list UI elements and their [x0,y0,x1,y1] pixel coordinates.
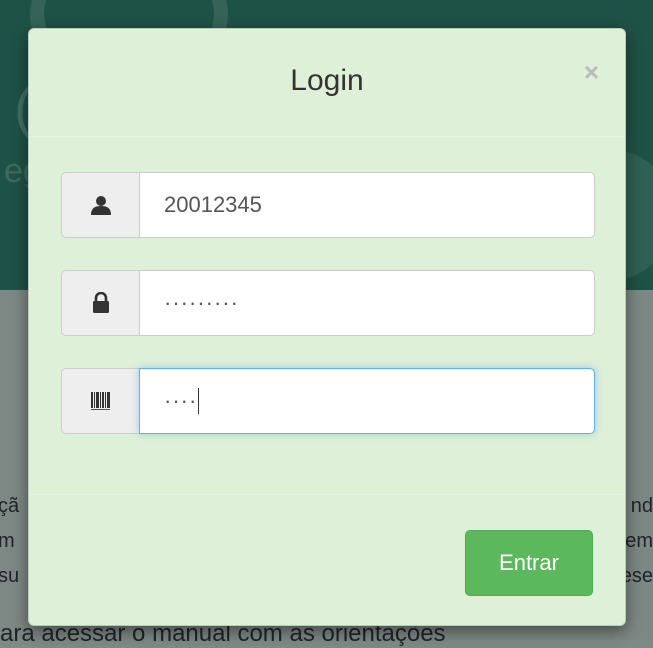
background-text: su [0,565,20,587]
modal-footer: Entrar [29,494,625,625]
code-mask: ···· [164,388,198,413]
lock-icon [61,270,139,336]
modal-title: Login [290,64,364,97]
login-modal: Login × ········· [28,28,626,626]
user-input-group [61,172,595,238]
text-cursor [198,388,200,414]
background-text: m [0,530,15,552]
code-input[interactable]: ···· [139,368,595,434]
modal-header: Login × [29,29,625,137]
close-button[interactable]: × [584,59,599,85]
background-text: em [625,530,653,552]
password-input[interactable]: ········· [139,270,595,336]
enter-button[interactable]: Entrar [465,530,593,596]
background-text: çã [0,495,20,517]
user-icon [61,172,139,238]
user-id-input[interactable] [139,172,595,238]
password-input-group: ········· [61,270,595,336]
background-text: nd [630,495,653,517]
password-mask: ········· [164,290,239,315]
barcode-icon [61,368,139,434]
code-input-group: ···· [61,368,595,434]
